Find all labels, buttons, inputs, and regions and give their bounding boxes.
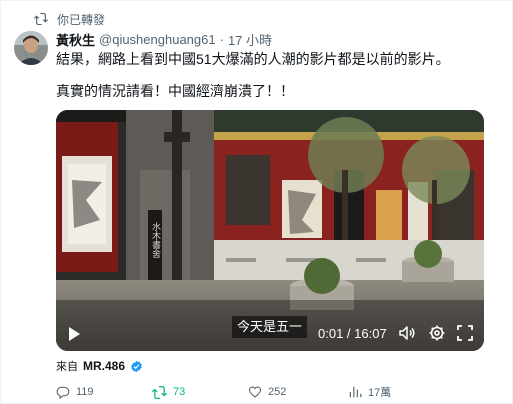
tweet-header: 黃秋生 @qiushenghuang61 · 17 小時	[56, 30, 272, 48]
repost-icon	[34, 13, 48, 25]
repost-active-icon	[152, 385, 167, 399]
fullscreen-icon[interactable]	[456, 324, 474, 342]
verified-badge-icon	[131, 360, 142, 372]
avatar[interactable]	[14, 31, 48, 65]
video-frame: 水木書舍	[56, 110, 484, 351]
social-context: 你已轉發	[34, 10, 105, 28]
like-button[interactable]: 252	[248, 384, 286, 400]
author-name[interactable]: 黃秋生	[56, 30, 95, 49]
views-count: 17萬	[368, 387, 392, 399]
reply-icon	[56, 386, 70, 399]
sign-text: 水木書舍	[150, 221, 161, 259]
attribution-source-link[interactable]: MR.486	[83, 359, 125, 373]
reply-count: 119	[76, 386, 94, 398]
volume-icon[interactable]	[398, 324, 416, 342]
settings-gear-icon[interactable]	[428, 324, 446, 342]
video-player[interactable]: 水木書舍 今天是五一 0:01 / 16:07	[56, 110, 484, 351]
reply-button[interactable]: 119	[56, 384, 94, 400]
timestamp[interactable]: 17 小時	[228, 30, 272, 49]
post-text-line-2: 真實的情況請看！中國經濟崩潰了！！	[56, 83, 294, 99]
views-button[interactable]: 17萬	[348, 384, 391, 400]
video-attribution: 來自 MR.486	[56, 357, 143, 375]
author-handle[interactable]: @qiushenghuang61	[99, 32, 216, 47]
video-caption: 今天是五一	[232, 316, 308, 338]
separator-dot: ·	[219, 31, 224, 47]
repost-count: 73	[173, 386, 186, 398]
attribution-prefix: 來自	[56, 361, 78, 373]
post-text-line-1: 結果，網路上看到中國51大爆滿的人潮的影片都是以前的影片。	[56, 51, 450, 67]
views-bar-chart-icon	[349, 386, 362, 398]
like-count: 252	[268, 386, 287, 398]
repost-button[interactable]: 73	[152, 384, 185, 400]
video-time: 0:01 / 16:07	[318, 326, 387, 341]
play-icon[interactable]	[66, 326, 82, 342]
social-context-label: 你已轉發	[57, 12, 106, 27]
heart-icon	[248, 386, 262, 398]
